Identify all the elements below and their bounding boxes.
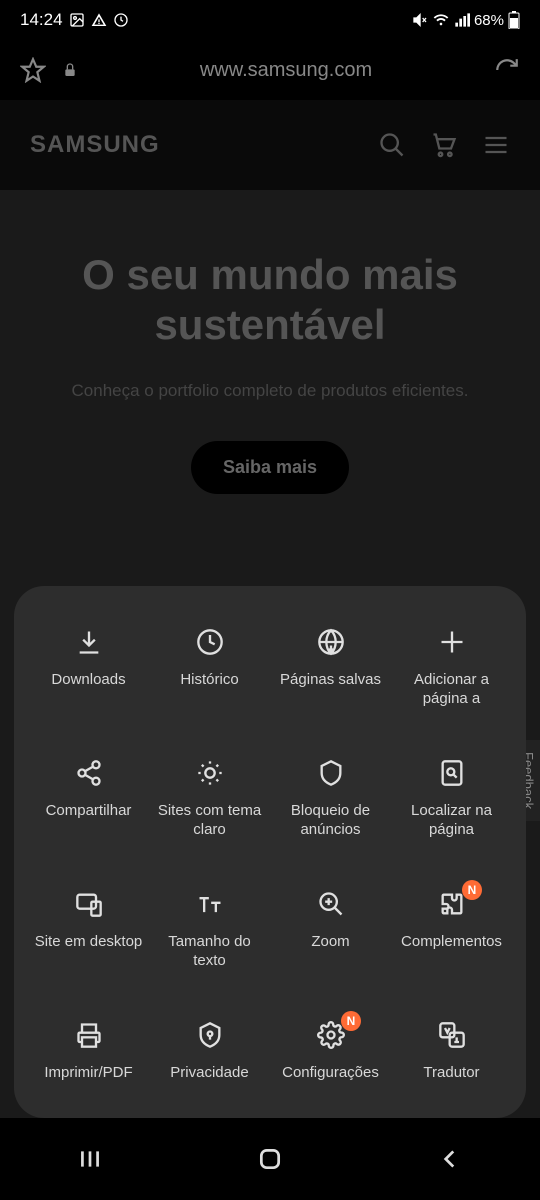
desktop-icon [73,888,105,920]
menu-label: Sites com tema claro [155,801,265,840]
hero-subtitle: Conheça o portfolio completo de produtos… [30,381,510,401]
image-icon [69,12,85,28]
menu-downloads[interactable]: Downloads [28,626,149,709]
system-nav-bar [0,1118,540,1200]
browser-address-bar: www.samsung.com [0,40,540,100]
menu-label: Imprimir/PDF [44,1063,132,1083]
home-button[interactable] [255,1144,285,1174]
sun-icon [194,757,226,789]
menu-label: Tradutor [423,1063,479,1083]
menu-addons[interactable]: N Complementos [391,888,512,971]
zoom-icon [315,888,347,920]
menu-find-in-page[interactable]: Localizar na página [391,757,512,840]
menu-label: Tamanho do texto [155,932,265,971]
menu-label: Privacidade [170,1063,248,1083]
translate-icon [436,1019,468,1051]
hero-title: O seu mundo mais sustentável [30,250,510,351]
print-icon [73,1019,105,1051]
history-icon [194,626,226,658]
share-icon [73,757,105,789]
new-badge: N [341,1011,361,1031]
menu-ad-blocker[interactable]: Bloqueio de anúncios [270,757,391,840]
find-in-page-icon [436,757,468,789]
menu-label: Adicionar a página a [397,670,507,709]
privacy-icon [194,1019,226,1051]
bookmark-star-icon[interactable] [20,57,46,83]
menu-label: Localizar na página [397,801,507,840]
lock-icon [62,62,78,78]
menu-text-size[interactable]: Tamanho do texto [149,888,270,971]
menu-label: Complementos [401,932,502,952]
menu-saved-pages[interactable]: Páginas salvas [270,626,391,709]
warning-icon [91,12,107,28]
text-size-icon [194,888,226,920]
cart-icon[interactable] [430,131,458,159]
cta-button[interactable]: Saiba mais [191,441,349,494]
site-header: SAMSUNG [0,100,540,190]
hero-section: O seu mundo mais sustentável Conheça o p… [0,190,540,524]
menu-label: Bloqueio de anúncios [276,801,386,840]
menu-privacy[interactable]: Privacidade [149,1019,270,1083]
menu-light-theme-sites[interactable]: Sites com tema claro [149,757,270,840]
clock: 14:24 [20,10,63,30]
saved-pages-icon [315,626,347,658]
menu-add-page-to[interactable]: Adicionar a página a [391,626,512,709]
clock-icon [113,12,129,28]
menu-history[interactable]: Histórico [149,626,270,709]
recents-button[interactable] [75,1144,105,1174]
url-text[interactable]: www.samsung.com [94,59,478,82]
shield-icon [315,757,347,789]
menu-label: Downloads [51,670,125,690]
wifi-icon [432,12,450,28]
menu-label: Páginas salvas [280,670,381,690]
browser-menu-sheet: Downloads Histórico Páginas salvas Adici… [14,586,526,1119]
menu-label: Configurações [282,1063,379,1083]
menu-share[interactable]: Compartilhar [28,757,149,840]
menu-label: Compartilhar [46,801,132,821]
back-button[interactable] [435,1144,465,1174]
mute-icon [412,12,428,28]
plus-icon [436,626,468,658]
menu-print-pdf[interactable]: Imprimir/PDF [28,1019,149,1083]
menu-zoom[interactable]: Zoom [270,888,391,971]
status-right: 68% [412,11,520,29]
status-bar: 14:24 68% [0,0,540,40]
menu-settings[interactable]: N Configurações [270,1019,391,1083]
menu-label: Site em desktop [35,932,143,952]
site-search-icon[interactable] [378,131,406,159]
reload-icon[interactable] [494,57,520,83]
menu-desktop-site[interactable]: Site em desktop [28,888,149,971]
menu-translator[interactable]: Tradutor [391,1019,512,1083]
signal-icon [454,12,470,28]
hamburger-icon[interactable] [482,131,510,159]
menu-label: Zoom [311,932,349,952]
new-badge: N [462,880,482,900]
status-left: 14:24 [20,10,129,30]
download-icon [73,626,105,658]
battery-text: 68% [474,12,504,29]
site-logo[interactable]: SAMSUNG [30,131,160,159]
battery-icon [508,11,520,29]
menu-label: Histórico [180,670,238,690]
